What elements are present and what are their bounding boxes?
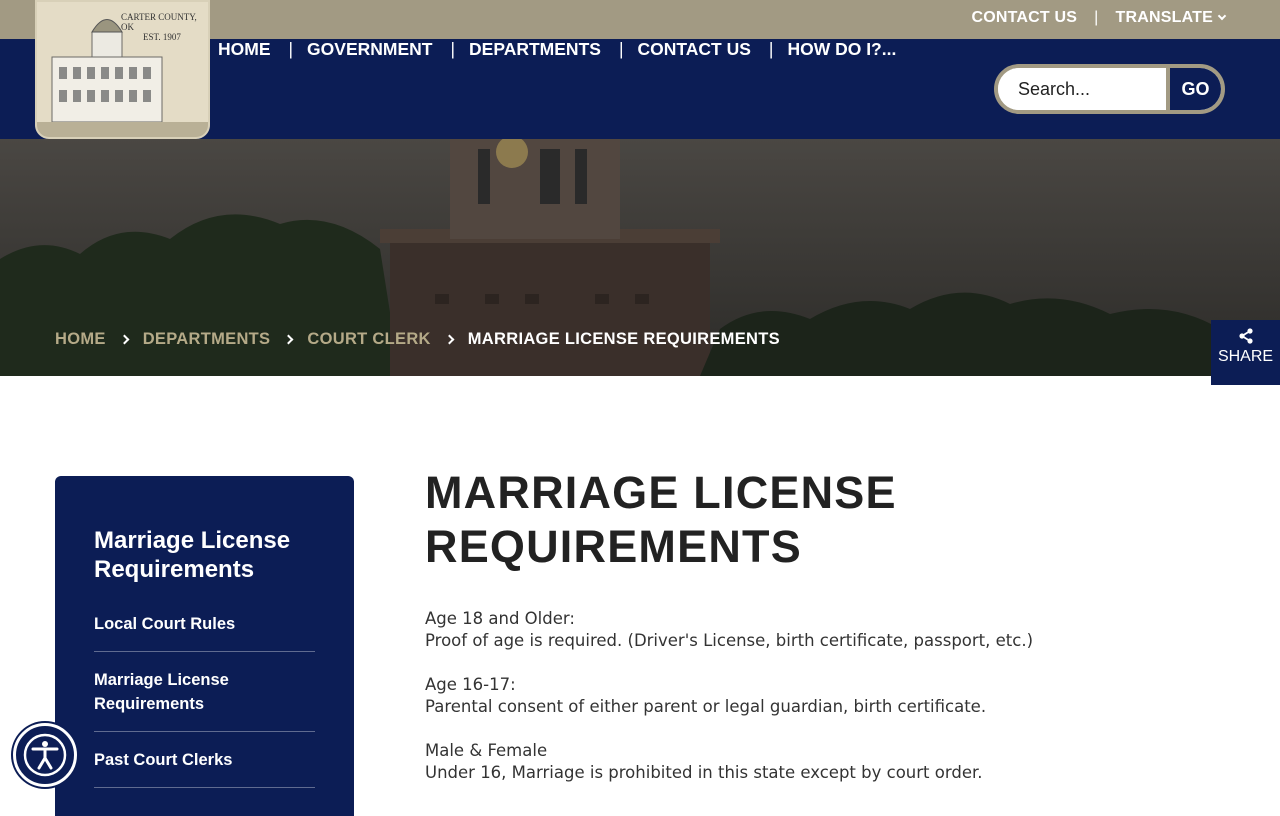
nav-contact-us[interactable]: CONTACT US — [637, 39, 750, 60]
nav-home[interactable]: HOME — [218, 39, 271, 60]
nav-departments[interactable]: DEPARTMENTS — [469, 39, 601, 60]
section-heading: Male & Female — [425, 741, 548, 760]
main-content: MARRIAGE LICENSE REQUIREMENTS Age 18 and… — [425, 466, 1205, 806]
chevron-right-icon — [444, 334, 455, 345]
requirement-section: Age 18 and Older: Proof of age is requir… — [425, 608, 1205, 652]
section-heading: Age 18 and Older: — [425, 609, 575, 628]
main-nav: HOME | GOVERNMENT | DEPARTMENTS | CONTAC… — [218, 39, 896, 60]
chevron-right-icon — [283, 334, 294, 345]
sidebar-title: Marriage License Requirements — [94, 527, 291, 583]
nav-separator: | — [288, 39, 294, 59]
breadcrumb-current: MARRIAGE LICENSE REQUIREMENTS — [467, 330, 780, 348]
section-text: Parental consent of either parent or leg… — [425, 697, 987, 716]
utility-links: CONTACT US | TRANSLATE — [971, 9, 1227, 27]
sidebar-item-local-court-rules[interactable]: Local Court Rules — [94, 612, 315, 652]
utility-contact-link[interactable]: CONTACT US — [971, 9, 1077, 27]
section-text: Proof of age is required. (Driver's Lice… — [425, 631, 1034, 650]
breadcrumb-court-clerk[interactable]: COURT CLERK — [307, 330, 430, 349]
breadcrumb: HOME DEPARTMENTS COURT CLERK MARRIAGE LI… — [55, 330, 780, 349]
accessibility-button[interactable] — [13, 723, 77, 787]
page-title: MARRIAGE LICENSE REQUIREMENTS — [425, 467, 897, 572]
search-go-button[interactable]: GO — [1166, 68, 1221, 110]
requirement-section: Male & Female Under 16, Marriage is proh… — [425, 740, 1205, 784]
section-heading: Age 16-17: — [425, 675, 516, 694]
nav-government[interactable]: GOVERNMENT — [307, 39, 432, 60]
search-input[interactable] — [998, 68, 1166, 110]
section-text: Under 16, Marriage is prohibited in this… — [425, 763, 983, 782]
nav-separator: | — [768, 39, 774, 59]
nav-separator: | — [450, 39, 456, 59]
chevron-down-icon — [1217, 11, 1227, 21]
requirement-section: Age 16-17: Parental consent of either pa… — [425, 674, 1205, 718]
utility-separator: | — [1094, 9, 1099, 26]
logo-county-text: CARTER COUNTY, OK — [121, 12, 197, 32]
logo-est-text: EST. 1907 — [143, 32, 181, 42]
translate-label: TRANSLATE — [1115, 9, 1213, 26]
accessibility-icon — [23, 733, 67, 777]
sidebar-item-past-court-clerks[interactable]: Past Court Clerks — [94, 732, 315, 788]
chevron-right-icon — [119, 334, 130, 345]
sidebar-nav: Marriage License Requirements Local Cour… — [55, 476, 354, 816]
sidebar-list: Local Court Rules Marriage License Requi… — [94, 612, 315, 788]
share-icon — [1211, 328, 1280, 348]
breadcrumb-departments[interactable]: DEPARTMENTS — [143, 330, 271, 349]
share-button[interactable]: SHARE — [1211, 320, 1280, 385]
requirements-text: Age 18 and Older: Proof of age is requir… — [425, 608, 1205, 784]
nav-how-do-i[interactable]: HOW DO I?... — [787, 39, 896, 60]
share-label: SHARE — [1217, 348, 1274, 365]
translate-dropdown[interactable]: TRANSLATE — [1115, 9, 1227, 27]
breadcrumb-home[interactable]: HOME — [55, 330, 106, 349]
county-logo[interactable]: CARTER COUNTY, OK EST. 1907 — [35, 0, 210, 139]
sidebar-item-marriage-license[interactable]: Marriage License Requirements — [94, 652, 315, 732]
nav-separator: | — [618, 39, 624, 59]
search-box: GO — [994, 64, 1225, 114]
